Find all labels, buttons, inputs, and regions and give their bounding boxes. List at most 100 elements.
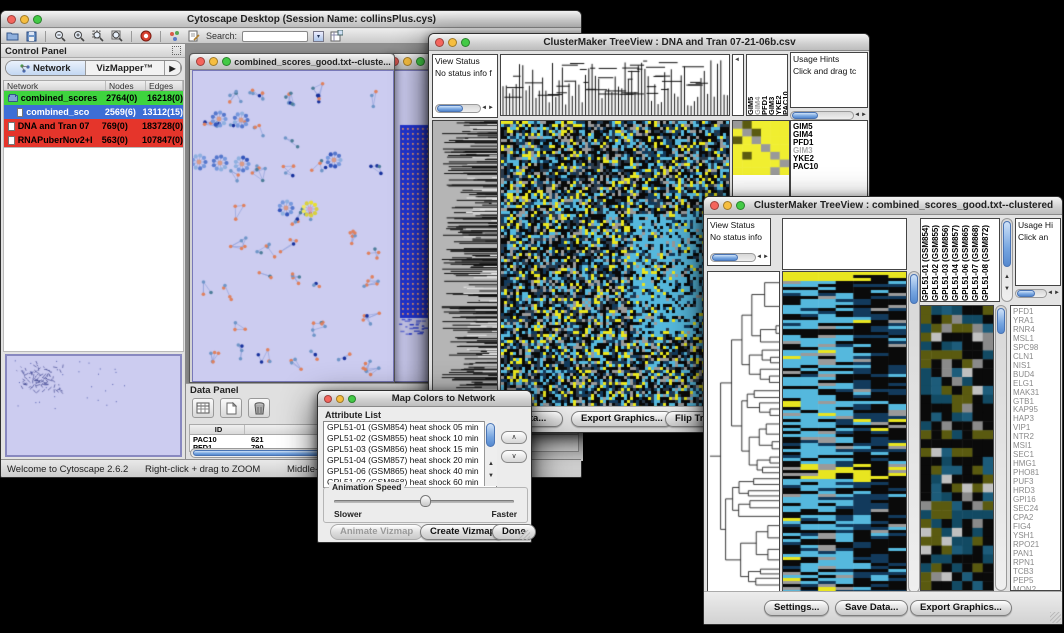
tv2-row-dendrogram[interactable] [707, 271, 780, 593]
attribute-list-label: Attribute List [325, 410, 381, 420]
column-label[interactable]: GPL51-06 (GSM865) [961, 221, 971, 301]
open-folder-icon[interactable] [5, 30, 19, 42]
save-data-button[interactable]: Save Data... [835, 600, 908, 616]
tv1-row-dendrogram[interactable] [432, 120, 498, 408]
move-up-button[interactable]: ∧ [501, 431, 527, 444]
network1-view[interactable] [193, 71, 393, 381]
attribute-list-scrollbar[interactable]: ▲ ▼ [484, 421, 497, 486]
tv2-heatmap[interactable] [782, 271, 907, 593]
attribute-table-icon[interactable] [192, 398, 214, 418]
column-label[interactable]: GPL51-03 (GSM856) [941, 221, 951, 301]
zoom-out-icon[interactable] [53, 30, 67, 42]
search-dropdown-icon[interactable]: ▾ [313, 31, 324, 42]
tv1-column-dendrogram[interactable] [500, 54, 730, 116]
column-label[interactable]: PAC10 [782, 57, 788, 115]
column-label[interactable]: GPL51-02 (GSM855) [931, 221, 941, 301]
tv2-collabel-scrollbar[interactable]: ▲ ▼ [1001, 218, 1013, 302]
minimize-icon[interactable] [209, 57, 218, 66]
minimize-icon[interactable] [403, 57, 412, 66]
treeview1-titlebar[interactable]: ClusterMaker TreeView : DNA and Tran 07-… [429, 34, 869, 51]
tab-overflow-arrow-icon[interactable]: ▶ [165, 61, 181, 75]
column-label[interactable]: GPL51-04 (GSM857) [951, 221, 961, 301]
minimize-icon[interactable] [723, 201, 732, 210]
tv2-heatmap-scrollbar[interactable] [908, 271, 920, 593]
attribute-list-item[interactable]: GPL51-03 (GSM856) heat shock 15 min [324, 444, 496, 455]
tv1-zoom-heatmap[interactable] [733, 121, 789, 175]
tv2-status-scrollbar[interactable]: ◄► [710, 252, 770, 264]
control-panel-tabs: Network VizMapper™ ▶ [5, 60, 182, 76]
zoom-window-icon[interactable] [461, 38, 470, 47]
network-list-item[interactable]: combined_scores 2764(0) 16218(0) [4, 91, 183, 105]
attribute-list: GPL51-01 (GSM854) heat shock 05 minGPL51… [323, 421, 497, 488]
treeview2-titlebar[interactable]: ClusterMaker TreeView : combined_scores_… [704, 197, 1062, 215]
resize-grip[interactable] [1050, 612, 1061, 623]
zoom-selected-icon[interactable] [91, 30, 105, 42]
dialog-title: Map Colors to Network [356, 393, 531, 404]
tv2-zoom-heatmap[interactable] [920, 305, 994, 591]
tab-vizmapper[interactable]: VizMapper™ [86, 61, 166, 75]
attr-col-id: ID [190, 425, 245, 434]
network-list-item[interactable]: combined_sco 2569(6) 13112(15) [4, 105, 183, 119]
tv2-gene-scrollbar[interactable] [995, 305, 1007, 591]
scroll-arrows-icon: ◄► [1047, 290, 1061, 296]
zoom-window-icon[interactable] [33, 15, 42, 24]
network-item-edges: 183728(0) [142, 121, 183, 131]
tv1-status-scrollbar[interactable]: ◄► [435, 103, 495, 115]
zoom-window-icon[interactable] [416, 57, 425, 66]
close-icon[interactable] [435, 38, 444, 47]
tv1-dendrogram-scroll-strip[interactable]: ◄ [732, 54, 744, 116]
tv2-column-dendrogram[interactable] [782, 218, 907, 270]
close-icon[interactable] [7, 15, 16, 24]
zoom-window-icon[interactable] [348, 395, 356, 403]
dialog-titlebar[interactable]: Map Colors to Network [318, 391, 531, 407]
tv1-usage-hints-panel: Usage Hints Click and drag tc [790, 52, 868, 108]
resize-grip[interactable] [519, 530, 530, 541]
birdseye-view[interactable] [5, 354, 182, 457]
zoom-window-icon[interactable] [222, 57, 231, 66]
move-down-button[interactable]: ∨ [501, 450, 527, 463]
float-panel-icon[interactable] [172, 46, 181, 55]
attribute-list-item[interactable]: GPL51-04 (GSM857) heat shock 20 min [324, 455, 496, 466]
search-input[interactable] [242, 31, 308, 42]
treeview2-window: ClusterMaker TreeView : combined_scores_… [703, 196, 1063, 625]
zoom-fit-icon[interactable] [110, 30, 124, 42]
vizmap-icon[interactable] [168, 30, 182, 42]
import-table-icon[interactable] [329, 30, 343, 42]
row-label[interactable]: PAC10 [791, 163, 867, 171]
network1-titlebar[interactable]: combined_scores_good.txt--cluste... [190, 54, 394, 70]
animate-vizmap-button[interactable]: Animate Vizmap [330, 524, 423, 540]
settings-button[interactable]: Settings... [764, 600, 829, 616]
new-attribute-icon[interactable] [220, 398, 242, 418]
network-list-item[interactable]: RNAPuberNov2+I 563(0) 107847(0) [4, 133, 183, 147]
main-titlebar[interactable]: Cytoscape Desktop (Session Name: collins… [1, 11, 581, 28]
network-list-item[interactable]: DNA and Tran 07 769(0) 183728(0) [4, 119, 183, 133]
attribute-list-item[interactable]: GPL51-02 (GSM855) heat shock 10 min [324, 433, 496, 444]
help-lifering-icon[interactable] [139, 30, 153, 42]
save-icon[interactable] [24, 30, 38, 42]
export-graphics-button[interactable]: Export Graphics... [910, 600, 1012, 616]
tv2-view-status-title: View Status [708, 219, 770, 231]
attribute-list-item[interactable]: GPL51-06 (GSM865) heat shock 40 min [324, 466, 496, 477]
minimize-icon[interactable] [20, 15, 29, 24]
tv2-hints-scrollbar[interactable]: ◄► [1015, 288, 1061, 300]
annotation-icon[interactable] [187, 30, 201, 42]
column-label[interactable]: GPL51-08 (GSM872) [981, 221, 991, 301]
zoom-in-icon[interactable] [72, 30, 86, 42]
speed-slider-thumb[interactable] [420, 495, 431, 507]
speed-slider[interactable] [334, 500, 514, 503]
tab-network[interactable]: Network [6, 61, 86, 75]
delete-attribute-trash-icon[interactable] [248, 398, 270, 418]
control-panel-title: Control Panel [1, 44, 185, 58]
zoom-window-icon[interactable] [736, 201, 745, 210]
minimize-icon[interactable] [336, 395, 344, 403]
export-graphics-button[interactable]: Export Graphics... [571, 411, 673, 427]
tv1-heatmap[interactable] [500, 120, 730, 408]
column-label[interactable]: GPL51-01 (GSM854) [921, 221, 931, 301]
close-icon[interactable] [324, 395, 332, 403]
attribute-list-item[interactable]: GPL51-01 (GSM854) heat shock 05 min [324, 422, 496, 433]
column-label[interactable]: GPL51-07 (GSM868) [971, 221, 981, 301]
close-icon[interactable] [196, 57, 205, 66]
network-item-name: combined_scores [21, 93, 106, 103]
minimize-icon[interactable] [448, 38, 457, 47]
close-icon[interactable] [710, 201, 719, 210]
